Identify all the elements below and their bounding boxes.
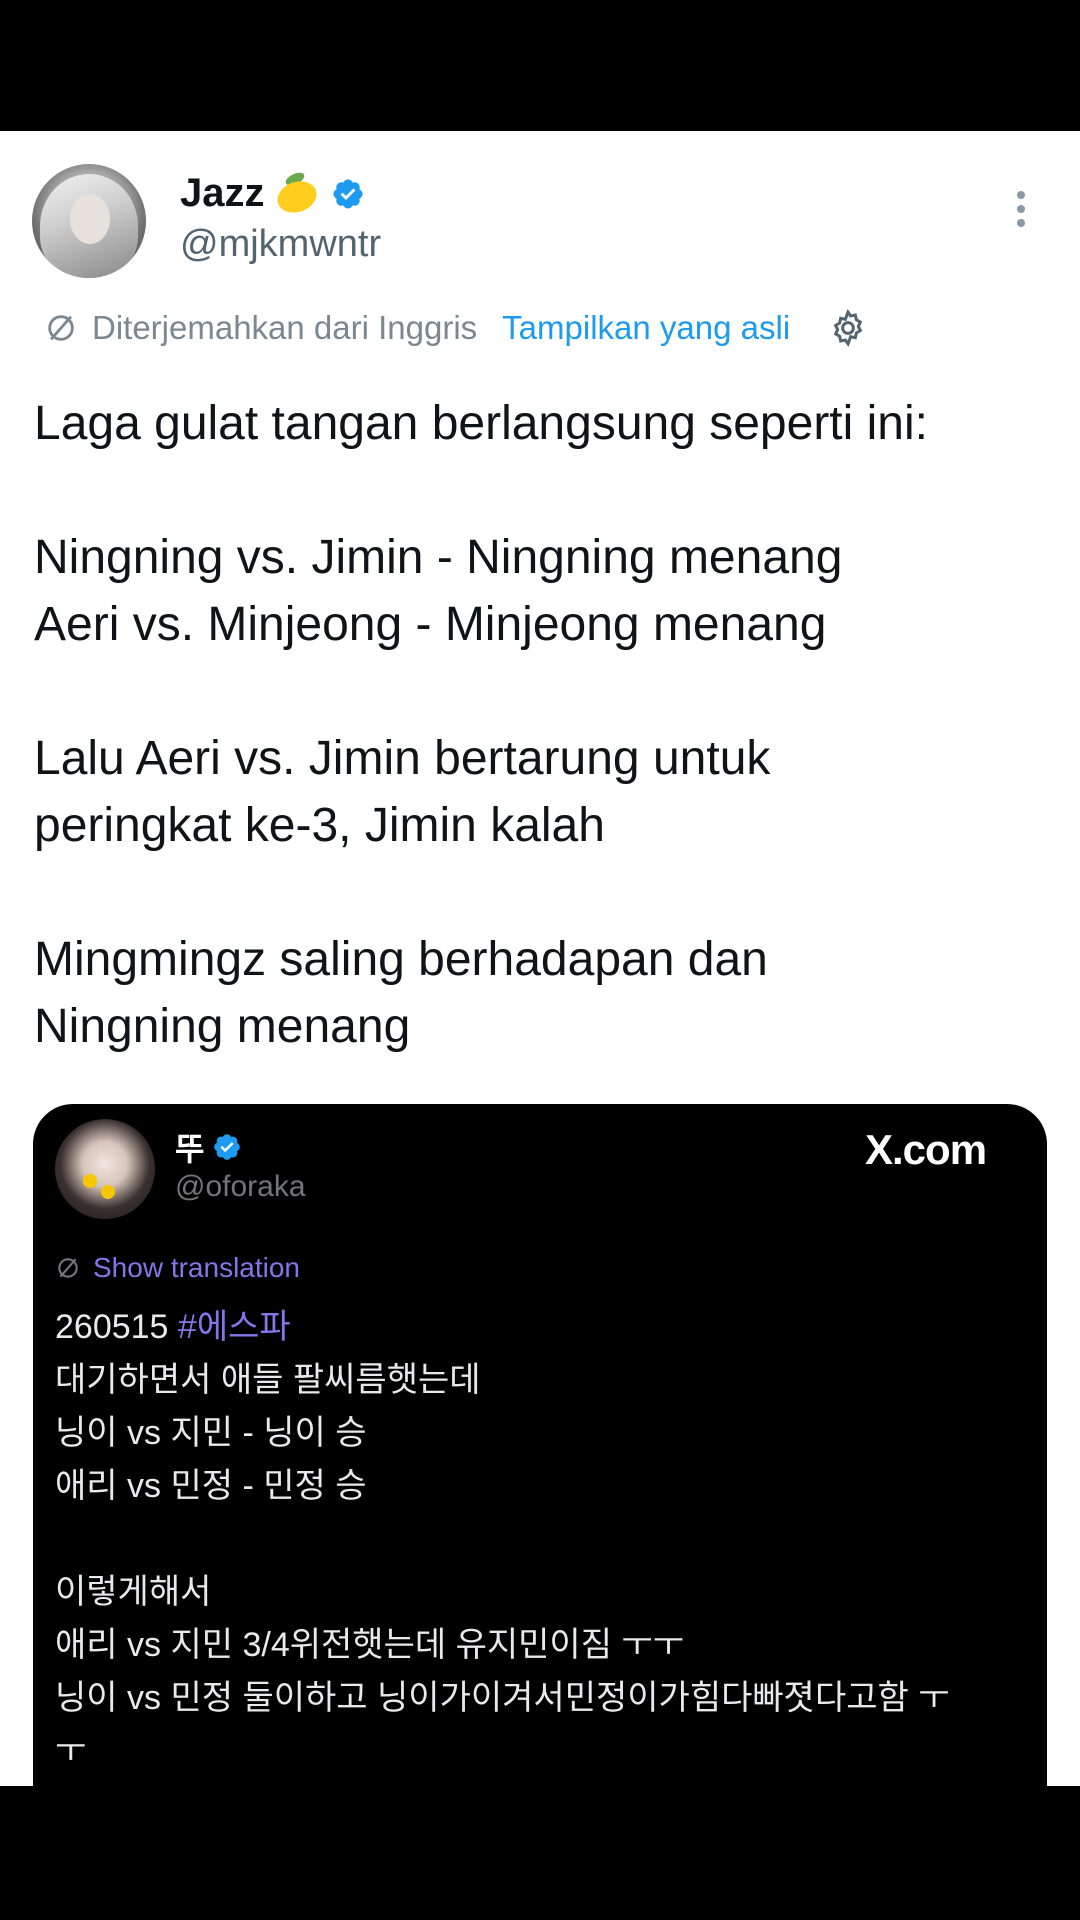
tweet-line: Lalu Aeri vs. Jimin bertarung untuk (34, 732, 771, 785)
translate-icon (48, 315, 74, 341)
translate-icon (58, 1258, 78, 1278)
show-translation-link[interactable]: Show translation (55, 1248, 300, 1288)
gear-icon[interactable] (828, 308, 868, 348)
tweet-line: Aeri vs. Minjeong - Minjeong menang (34, 598, 827, 651)
quoted-line: 닝이 vs 지민 - 닝이 승 (55, 1414, 367, 1452)
tweet-body: Laga gulat tangan berlangsung seperti in… (34, 390, 1054, 1060)
quoted-author-name[interactable]: 뚜 (175, 1124, 242, 1170)
verified-badge-icon (332, 178, 363, 209)
bottom-black-bar (0, 1786, 1080, 1920)
tweet-line: Mingmingz saling berhadapan dan (34, 933, 768, 986)
tweet-line: peringkat ke-3, Jimin kalah (34, 799, 605, 852)
lemon-icon (272, 169, 321, 218)
tweet-line: Ningning vs. Jimin - Ningning menang (34, 531, 843, 584)
author-handle[interactable]: @mjkmwntr (180, 223, 381, 266)
translated-from-text: Diterjemahkan dari Inggris (92, 309, 478, 346)
show-original-link[interactable]: Tampilkan yang asli (502, 309, 790, 347)
more-options-icon[interactable] (1016, 191, 1026, 235)
quoted-line: 대기하면서 애들 팔씨름햇는데 (55, 1361, 481, 1399)
quoted-line: 애리 vs 민정 - 민정 승 (55, 1467, 367, 1505)
author-name-text: Jazz (180, 171, 265, 215)
quoted-line: 닝이 vs 민정 둘이하고 닝이가이겨서민정이가힘다빠졋다고함 ㅜ (55, 1679, 950, 1717)
quoted-line-first: 260515 #에스파 (55, 1301, 1035, 1354)
quoted-line: ㅜ (55, 1732, 87, 1770)
x-com-logo: X.com (865, 1126, 987, 1173)
top-black-bar (0, 0, 1080, 131)
tweet-card[interactable]: Jazz @mjkmwntr Diterjemahkan dari Inggri… (0, 131, 1080, 1907)
author-avatar[interactable] (32, 164, 146, 278)
date-text: 260515 (55, 1308, 169, 1346)
show-translation-text: Show translation (93, 1252, 301, 1283)
quoted-line: 애리 vs 지민 3/4위전햇는데 유지민이짐 ㅜㅜ (55, 1626, 684, 1664)
quoted-author-avatar[interactable] (55, 1119, 155, 1219)
quoted-author-name-text: 뚜 (175, 1131, 205, 1167)
quoted-author-handle[interactable]: @oforaka (175, 1170, 306, 1204)
quoted-tweet-body: 260515 #에스파 대기하면서 애들 팔씨름햇는데 닝이 vs 지민 - 닝… (55, 1301, 1035, 1778)
tweet-line: Laga gulat tangan berlangsung seperti in… (34, 397, 928, 450)
quoted-line: 이렇게해서 (55, 1573, 212, 1611)
author-display-name[interactable]: Jazz (180, 169, 365, 218)
quoted-line-blank (55, 1513, 1035, 1566)
translation-bar: Diterjemahkan dari Inggris Tampilkan yan… (44, 303, 868, 353)
hashtag-link[interactable]: #에스파 (178, 1308, 291, 1346)
tweet-line: Ningning menang (34, 1000, 411, 1053)
verified-badge-icon (214, 1134, 241, 1160)
